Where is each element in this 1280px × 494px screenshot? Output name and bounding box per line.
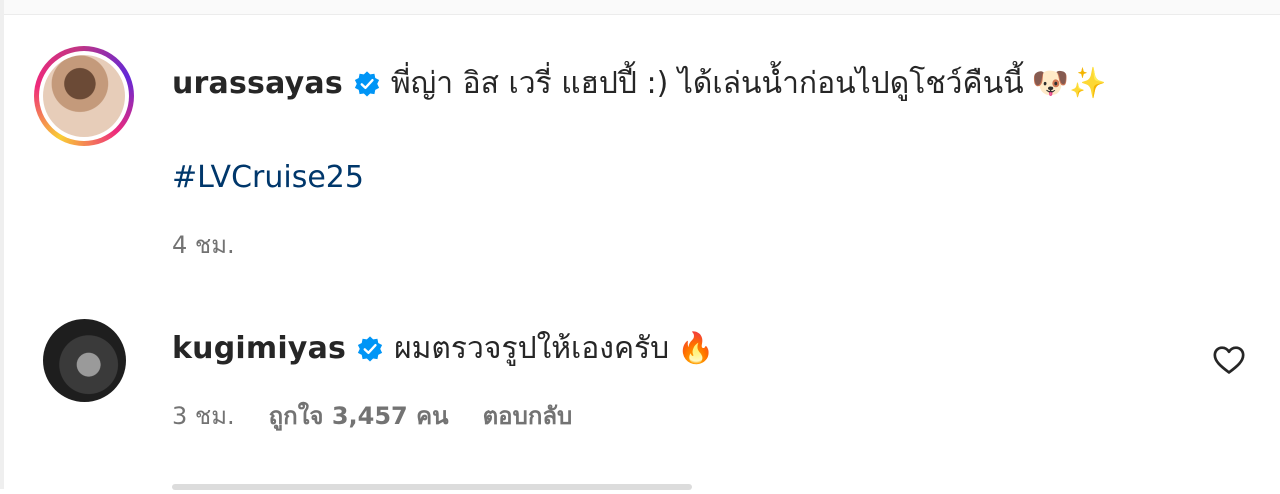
hashtag-link[interactable]: #LVCruise25 <box>172 160 364 195</box>
verified-badge-icon <box>353 70 381 98</box>
heart-outline-icon[interactable] <box>1212 343 1246 375</box>
comment-line: urassayas พี่ญ่า อิส เวรี่ แฮปปี้ :) ได้… <box>172 60 1106 107</box>
panel-border <box>0 0 4 489</box>
reply-button[interactable]: ตอบกลับ <box>483 396 573 435</box>
verified-badge-icon <box>356 335 384 363</box>
comment-meta: 3 ชม. ถูกใจ 3,457 คน ตอบกลับ <box>172 396 572 435</box>
comment-text: พี่ญ่า อิส เวรี่ แฮปปี้ :) ได้เล่นน้ำก่อ… <box>390 66 1024 101</box>
comment-text: ผมตรวจรูปให้เองครับ <box>394 331 670 366</box>
post-divider <box>0 0 1280 15</box>
username-link[interactable]: urassayas <box>172 66 343 101</box>
next-comment-partial <box>172 480 712 494</box>
avatar[interactable] <box>43 319 126 402</box>
comment-line: kugimiyas ผมตรวจรูปให้เองครับ 🔥 <box>172 325 715 372</box>
comment-timestamp[interactable]: 3 ชม. <box>172 396 235 435</box>
avatar[interactable] <box>43 55 125 137</box>
avatar-story-ring[interactable] <box>34 46 134 146</box>
username-link[interactable]: kugimiyas <box>172 331 346 366</box>
fire-emoji: 🔥 <box>677 331 715 366</box>
likes-count-link[interactable]: ถูกใจ 3,457 คน <box>269 396 449 435</box>
comment-timestamp[interactable]: 4 ชม. <box>172 225 235 264</box>
dog-sparkles-emoji: 🐶✨ <box>1031 66 1107 101</box>
comment-meta: 4 ชม. <box>172 225 235 264</box>
